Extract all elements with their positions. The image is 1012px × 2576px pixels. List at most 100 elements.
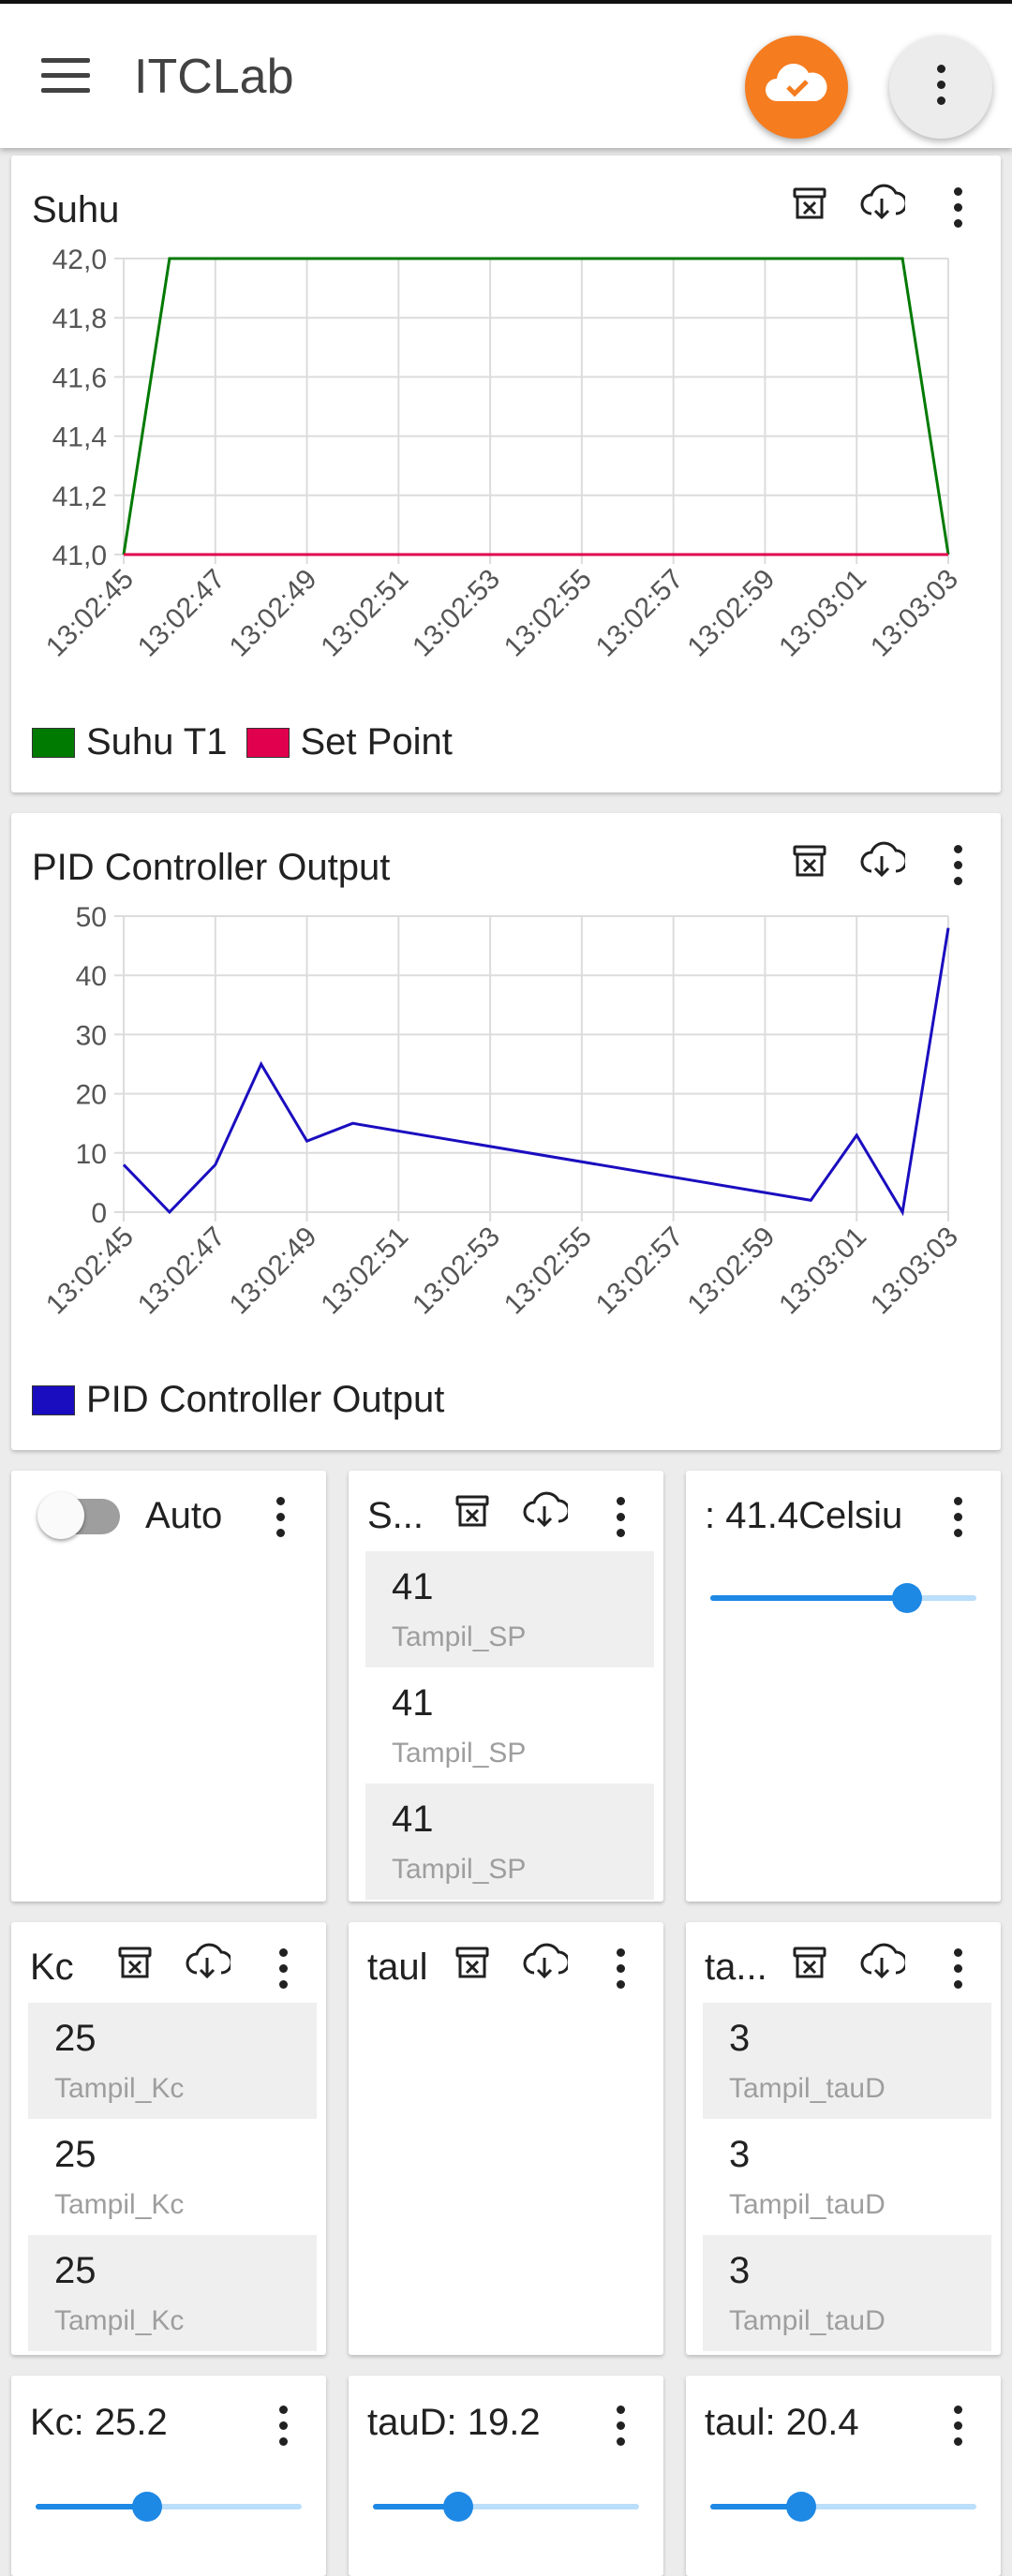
series-line-suhu-t1 — [122, 257, 950, 555]
taud-slider-title: tauD: 19.2 — [367, 2402, 541, 2443]
delete-data-icon[interactable] — [452, 1943, 493, 1984]
pid-chart-card: PID Controller Output 50 40 30 20 10 0 13:02:4… — [11, 813, 1001, 1450]
taui-slider-card: taul: 20.4 — [686, 2376, 1001, 2576]
x-tick-label: 13:02:59 — [681, 564, 781, 663]
list-item: 41 Tampil_SP — [365, 1551, 654, 1667]
list-item: 41 Tampil_SP — [365, 1784, 654, 1900]
more-vert-icon[interactable] — [948, 2406, 967, 2447]
delete-data-icon[interactable] — [789, 841, 830, 882]
legend-swatch-suhu-t1 — [32, 727, 75, 758]
cloud-download-icon[interactable] — [521, 1489, 568, 1532]
y-tick-label: 41,8 — [52, 303, 107, 334]
x-tick-label: 13:02:51 — [315, 1221, 414, 1321]
more-vert-icon[interactable] — [274, 1948, 292, 1990]
setpoint-list: 41 Tampil_SP 41 Tampil_SP 41 Tampil_SP — [365, 1551, 654, 1900]
y-tick-label: 50 — [76, 902, 107, 933]
cloud-download-icon[interactable] — [858, 839, 905, 882]
x-tick-label: 13:02:45 — [40, 564, 140, 663]
slider-thumb[interactable] — [892, 1583, 923, 1613]
more-vert-icon[interactable] — [611, 1948, 630, 1990]
more-vert-icon — [931, 65, 950, 106]
kc-slider-title: Kc: 25.2 — [30, 2402, 168, 2443]
y-tick-label: 41,6 — [52, 363, 107, 393]
setpoint-slider[interactable] — [710, 1579, 976, 1617]
overflow-menu-button[interactable] — [889, 36, 992, 139]
y-tick-label: 41,2 — [52, 481, 107, 512]
toggle-thumb — [37, 1492, 84, 1539]
cloud-download-icon[interactable] — [521, 1941, 568, 1984]
y-tick-label: 10 — [76, 1139, 107, 1170]
more-vert-icon[interactable] — [948, 845, 967, 886]
cloud-download-icon[interactable] — [184, 1941, 231, 1984]
x-tick-label: 13:02:57 — [590, 564, 690, 663]
legend-swatch-set-point — [246, 727, 290, 758]
more-vert-icon[interactable] — [611, 1497, 630, 1538]
legend-label-pid: PID Controller Output — [86, 1379, 445, 1420]
slider-thumb[interactable] — [785, 2492, 816, 2522]
x-tick-label: 13:02:47 — [132, 564, 231, 663]
taui-slider[interactable] — [710, 2488, 976, 2525]
x-tick-label: 13:02:45 — [40, 1221, 140, 1321]
x-tick-label: 13:02:49 — [224, 564, 323, 663]
pid-legend: PID Controller Output — [32, 1379, 444, 1421]
list-item: 3 Tampil_tauD — [703, 2003, 991, 2119]
legend-label-set-point: Set Point — [300, 721, 453, 762]
list-item: 25 Tampil_Kc — [54, 2134, 185, 2220]
taud-slider[interactable] — [373, 2488, 639, 2525]
legend-label-suhu-t1: Suhu T1 — [86, 721, 228, 762]
taud-list-card: ta... 3 Tampil_tauD 3 Tampil_tauD 3 Tampil_… — [686, 1922, 1001, 2355]
delete-data-icon[interactable] — [789, 1943, 830, 1984]
more-vert-icon[interactable] — [948, 187, 967, 229]
y-tick-label: 20 — [76, 1080, 107, 1111]
suhu-chart-card: Suhu 42,0 41,8 41,6 41,4 41,2 41,0 13:02:45 13:… — [11, 155, 1001, 792]
auto-label: Auto — [145, 1495, 223, 1536]
kc-slider-card: Kc: 25.2 — [11, 2376, 326, 2576]
y-tick-label: 40 — [76, 961, 107, 992]
suhu-card-title: Suhu — [32, 189, 120, 230]
x-tick-label: 13:02:49 — [224, 1221, 323, 1321]
y-tick-label: 42,0 — [52, 244, 107, 275]
list-item: 3 Tampil_tauD — [703, 2235, 991, 2351]
x-tick-label: 13:02:47 — [132, 1221, 231, 1321]
setpoint-slider-title: : 41.4Celsiu — [705, 1495, 903, 1536]
list-item: 3 Tampil_tauD — [729, 2134, 886, 2220]
kc-slider[interactable] — [36, 2488, 302, 2525]
cloud-status-button[interactable] — [745, 36, 848, 139]
more-vert-icon[interactable] — [611, 2406, 630, 2447]
taui-slider-title: taul: 20.4 — [705, 2402, 859, 2443]
cloud-download-icon[interactable] — [858, 182, 905, 225]
more-vert-icon[interactable] — [948, 1497, 967, 1538]
pid-chart: 5040302010013:02:4513:02:4713:02:4913:02… — [40, 902, 964, 1321]
pid-card-title: PID Controller Output — [32, 847, 391, 888]
setpoint-list-title: S... — [367, 1495, 424, 1536]
slider-thumb[interactable] — [442, 2492, 473, 2522]
taui-list-card: taul — [349, 1922, 663, 2355]
more-vert-icon[interactable] — [948, 1948, 967, 1990]
cloud-download-icon[interactable] — [858, 1941, 905, 1984]
series-line-pid-controller-output — [122, 927, 950, 1217]
more-vert-icon[interactable] — [274, 2406, 292, 2447]
delete-data-icon[interactable] — [789, 184, 830, 225]
y-tick-label: 41,4 — [52, 422, 107, 453]
delete-data-icon[interactable] — [114, 1943, 156, 1984]
menu-icon[interactable] — [41, 58, 90, 97]
kc-list: 25 Tampil_Kc 25 Tampil_Kc 25 Tampil_Kc — [28, 2003, 317, 2351]
slider-thumb[interactable] — [132, 2492, 163, 2522]
x-tick-label: 13:02:53 — [407, 564, 506, 663]
x-tick-label: 13:02:51 — [315, 564, 414, 663]
more-vert-icon[interactable] — [271, 1497, 290, 1538]
kc-list-title: Kc — [30, 1947, 74, 1988]
x-tick-label: 13:03:01 — [773, 564, 872, 663]
taud-slider-card: tauD: 19.2 — [349, 2376, 663, 2576]
suhu-legend: Suhu T1 Set Point — [32, 721, 453, 763]
setpoint-slider-card: : 41.4Celsiu — [686, 1471, 1001, 1902]
x-tick-label: 13:02:57 — [590, 1221, 690, 1321]
legend-swatch-pid — [32, 1384, 75, 1415]
list-item: 41 Tampil_SP — [392, 1682, 527, 1769]
cloud-done-icon — [766, 64, 827, 101]
delete-data-icon[interactable] — [452, 1491, 493, 1532]
x-tick-label: 13:02:59 — [681, 1221, 781, 1321]
app-bar: ITCLab — [0, 0, 1012, 148]
kc-list-card: Kc 25 Tampil_Kc 25 Tampil_Kc 25 Tampil_Kc — [11, 1922, 326, 2355]
auto-toggle[interactable] — [37, 1492, 127, 1539]
